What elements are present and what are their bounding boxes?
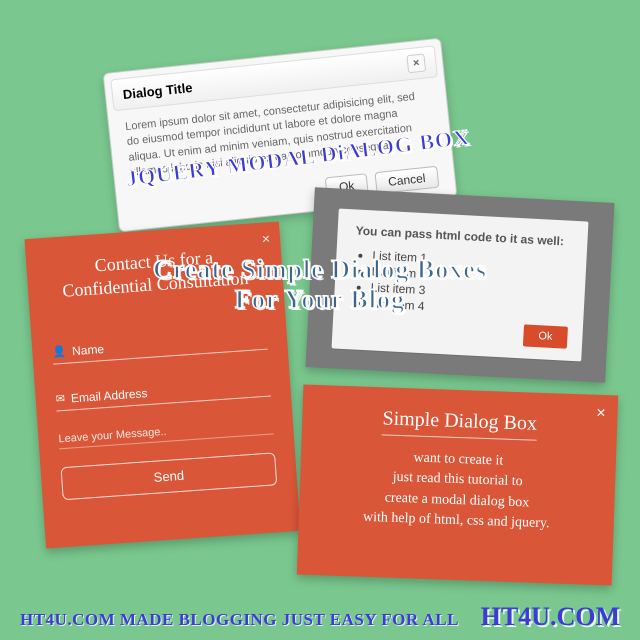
line: want to create it — [413, 450, 503, 468]
simple-dialog-text: want to create it just read this tutoria… — [323, 445, 591, 535]
list-dialog-heading: You can pass html code to it as well: — [355, 223, 569, 248]
contact-heading-l2: Confidential Consultation — [62, 268, 249, 301]
line: just read this tutorial to — [393, 470, 523, 490]
message-field[interactable]: Leave your Message.. — [58, 418, 274, 449]
name-label: Name — [72, 342, 105, 358]
footer-tagline: HT4U.COM MADE BLOGGING JUST EASY FOR ALL — [20, 610, 459, 630]
dialog-title: Dialog Title — [122, 79, 193, 101]
name-field[interactable]: 👤 Name — [52, 324, 268, 364]
contact-heading: Contact Us for a Confidential Consultati… — [46, 243, 264, 305]
cancel-button[interactable]: Cancel — [374, 165, 439, 194]
html-list-dialog-frame: You can pass html code to it as well: Li… — [305, 187, 614, 382]
close-icon[interactable]: × — [596, 405, 606, 423]
send-button[interactable]: Send — [60, 452, 277, 500]
ok-button[interactable]: Ok — [523, 324, 568, 348]
contact-form-dialog: × Contact Us for a Confidential Consulta… — [24, 221, 300, 548]
line: create a modal dialog box — [384, 490, 529, 510]
item-list: List item 1 List item 2 List item 3 List… — [370, 248, 569, 320]
close-icon[interactable]: × — [261, 230, 270, 247]
mail-icon: ✉ — [55, 392, 65, 406]
email-field[interactable]: ✉ Email Address — [55, 371, 271, 411]
email-label: Email Address — [70, 386, 147, 405]
user-icon: 👤 — [52, 345, 67, 359]
collage-canvas: Dialog Title × Lorem ipsum dolor sit ame… — [0, 0, 640, 640]
html-list-dialog: You can pass html code to it as well: Li… — [332, 209, 589, 362]
simple-dialog-box: × Simple Dialog Box want to create it ju… — [297, 385, 618, 586]
line: with help of html, css and jquery. — [363, 510, 550, 532]
simple-dialog-title: Simple Dialog Box — [382, 407, 537, 440]
close-icon[interactable]: × — [406, 53, 426, 73]
brand-watermark: HT4U.COM — [481, 602, 620, 632]
